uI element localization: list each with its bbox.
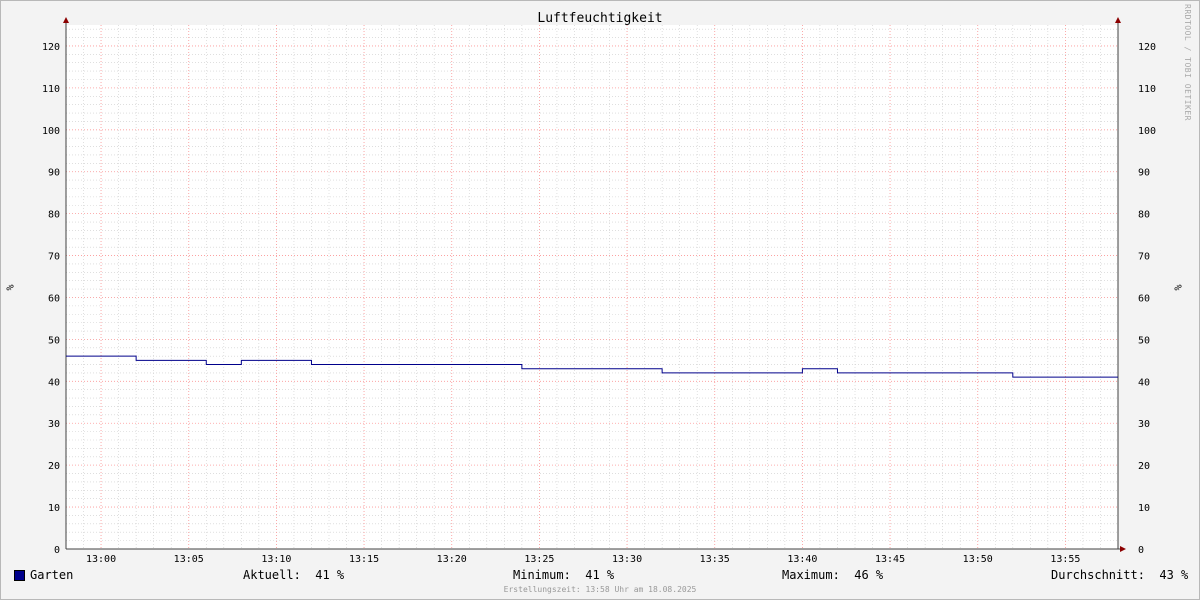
y-axis-arrow-left [63, 17, 69, 23]
y-tick-label-left: 90 [48, 168, 60, 179]
x-tick-label: 13:05 [174, 554, 204, 565]
y-tick-label-right: 100 [1138, 126, 1156, 137]
legend-maximum: Maximum: 46 % [782, 568, 884, 582]
legend-series-label: Garten [30, 568, 74, 582]
y-tick-label-right: 70 [1138, 252, 1150, 263]
legend-average: Durchschnitt: 43 % [1051, 568, 1189, 582]
x-tick-label: 13:30 [612, 554, 642, 565]
y-tick-label-left: 0 [54, 545, 60, 556]
x-axis-arrow [1120, 546, 1126, 552]
x-tick-label: 13:50 [963, 554, 993, 565]
y-tick-label-left: 20 [48, 461, 60, 472]
y-tick-label-left: 60 [48, 293, 60, 304]
legend-minimum: Minimum: 41 % [513, 568, 615, 582]
y-tick-label-right: 40 [1138, 377, 1150, 388]
x-tick-label: 13:15 [349, 554, 379, 565]
legend-current: Aktuell: 41 % [243, 568, 345, 582]
y-tick-label-right: 80 [1138, 210, 1150, 221]
x-tick-label: 13:10 [261, 554, 291, 565]
y-tick-label-right: 0 [1138, 545, 1144, 556]
x-tick-label: 13:25 [524, 554, 554, 565]
footer-timestamp: Erstellungszeit: 13:58 Uhr am 18.08.2025 [503, 585, 697, 594]
y-tick-label-left: 30 [48, 419, 60, 430]
x-tick-label: 13:45 [875, 554, 905, 565]
y-tick-label-left: 10 [48, 503, 60, 514]
y-tick-label-left: 80 [48, 210, 60, 221]
x-tick-label: 13:20 [437, 554, 467, 565]
y-tick-label-left: 50 [48, 335, 60, 346]
y-tick-label-right: 20 [1138, 461, 1150, 472]
y-tick-label-right: 120 [1138, 42, 1156, 53]
plot-area: 0 0 10 10 20 20 30 30 40 40 50 50 60 60 70 70 80 80 90 90 10… [42, 17, 1156, 565]
y-tick-label-left: 40 [48, 377, 60, 388]
y-tick-label-left: 120 [42, 42, 60, 53]
legend-swatch-garten [14, 570, 25, 581]
y-tick-label-left: 100 [42, 126, 60, 137]
x-tick-label: 13:00 [86, 554, 116, 565]
y-tick-label-left: 70 [48, 252, 60, 263]
y-tick-label-right: 30 [1138, 419, 1150, 430]
y-tick-label-right: 90 [1138, 168, 1150, 179]
x-tick-label: 13:40 [787, 554, 817, 565]
y-tick-label-right: 60 [1138, 293, 1150, 304]
x-tick-label: 13:35 [700, 554, 730, 565]
y-axis-arrow-right [1115, 17, 1121, 23]
y-tick-label-right: 50 [1138, 335, 1150, 346]
y-tick-label-left: 110 [42, 84, 60, 95]
x-tick-label: 13:55 [1050, 554, 1080, 565]
y-tick-label-right: 110 [1138, 84, 1156, 95]
y-tick-label-right: 10 [1138, 503, 1150, 514]
